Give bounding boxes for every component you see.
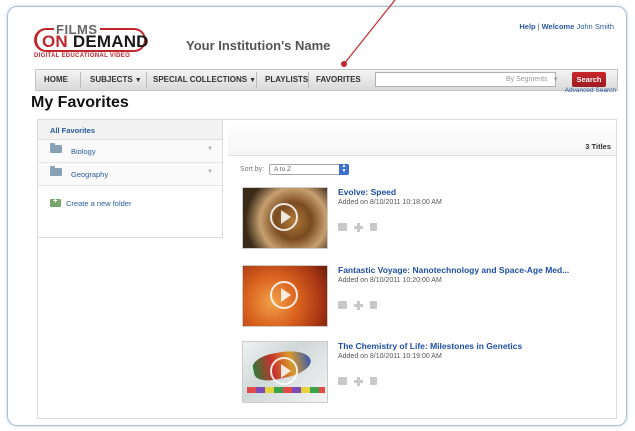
main-nav: HOME SUBJECTS ▼ SPECIAL COLLECTIONS ▼ PLAY…	[35, 69, 618, 91]
search-scope-select[interactable]: By Segments ▼	[506, 72, 559, 88]
sort-label: Sort by:	[240, 166, 265, 173]
favorites-panel: All Favorites Biology ▼ Geography ▼ Crea…	[37, 119, 617, 419]
nav-home[interactable]: HOME	[44, 70, 68, 90]
email-icon[interactable]	[338, 223, 347, 231]
add-icon[interactable]	[354, 301, 363, 310]
add-icon[interactable]	[354, 377, 363, 386]
video-thumbnail[interactable]	[242, 341, 328, 403]
select-arrows-icon: ▲ ▼	[339, 164, 349, 175]
chevron-down-icon[interactable]: ▼	[207, 146, 213, 152]
nav-special-collections-label: SPECIAL COLLECTIONS	[153, 75, 248, 84]
chevron-down-icon: ▼	[552, 77, 559, 83]
title-count: 3 Titles	[585, 142, 611, 151]
nav-playlists-label: PLAYLISTS	[265, 75, 309, 84]
advanced-search-link[interactable]: Advanced Search	[565, 87, 616, 94]
folder-icon	[50, 143, 62, 153]
app-frame: FILMS ON DEMAND DIGITAL EDUCATIONAL VIDE…	[7, 6, 627, 426]
favorites-sidebar: All Favorites Biology ▼ Geography ▼ Crea…	[38, 120, 223, 238]
nav-special-collections[interactable]: SPECIAL COLLECTIONS ▼	[153, 70, 256, 90]
added-date: Added on 8/10/2011 10:18:00 AM	[338, 199, 442, 206]
nav-favorites-label: FAVORITES	[316, 75, 361, 84]
nav-home-label: HOME	[44, 75, 68, 84]
logo-on-text: ON	[42, 32, 68, 51]
nav-divider	[146, 72, 147, 88]
list-item: Evolve: Speed Added on 8/10/2011 10:18:0…	[242, 187, 612, 251]
search-scope-label: By Segments	[506, 76, 548, 83]
logo-demand-text: DEMAND	[72, 32, 149, 51]
chevron-down-icon[interactable]: ▼	[207, 169, 213, 175]
item-actions	[338, 372, 384, 390]
email-icon[interactable]	[338, 377, 347, 385]
dna-bar-illustration	[247, 387, 325, 393]
added-date: Added on 8/10/2011 10:19:00 AM	[338, 353, 442, 360]
added-date: Added on 8/10/2011 10:20:00 AM	[338, 277, 442, 284]
item-actions	[338, 296, 384, 314]
video-title-link[interactable]: The Chemistry of Life: Milestones in Gen…	[338, 341, 522, 351]
nav-playlists[interactable]: PLAYLISTS	[265, 70, 308, 90]
trash-icon[interactable]	[370, 377, 377, 385]
user-link[interactable]: John Smith	[576, 22, 614, 31]
video-thumbnail[interactable]	[242, 187, 328, 249]
all-favorites-label: All Favorites	[50, 126, 96, 135]
caret-down-icon: ▼	[134, 77, 142, 84]
nav-subjects-label: SUBJECTS	[90, 75, 133, 84]
sidebar-item-geography[interactable]: Geography ▼	[38, 163, 222, 186]
folder-label: Geography	[71, 170, 109, 179]
play-icon[interactable]	[270, 281, 298, 309]
nav-divider	[308, 72, 309, 88]
folder-icon	[50, 166, 62, 176]
create-folder-link[interactable]: Create a new folder	[50, 196, 132, 208]
results-header: 3 Titles	[228, 120, 616, 156]
new-folder-icon	[50, 196, 61, 207]
sidebar-item-biology[interactable]: Biology ▼	[38, 140, 222, 163]
logo-ondemand-text: ON DEMAND	[42, 33, 149, 51]
add-icon[interactable]	[354, 223, 363, 232]
video-thumbnail[interactable]	[242, 265, 328, 327]
play-icon[interactable]	[270, 203, 298, 231]
caret-down-icon: ▼	[249, 77, 257, 84]
nav-subjects[interactable]: SUBJECTS ▼	[90, 70, 142, 90]
trash-icon[interactable]	[370, 301, 377, 309]
films-on-demand-logo[interactable]: FILMS ON DEMAND DIGITAL EDUCATIONAL VIDE…	[32, 23, 152, 61]
list-item: Fantastic Voyage: Nanotechnology and Spa…	[242, 265, 612, 329]
institution-name: Your Institution's Name	[186, 38, 331, 53]
nav-divider	[256, 72, 257, 88]
video-title-link[interactable]: Fantastic Voyage: Nanotechnology and Spa…	[338, 265, 569, 275]
play-icon[interactable]	[270, 357, 298, 385]
sort-select[interactable]: A to Z ▲ ▼	[269, 164, 349, 175]
list-item: The Chemistry of Life: Milestones in Gen…	[242, 341, 612, 405]
nav-divider	[80, 72, 81, 88]
logo-tagline: DIGITAL EDUCATIONAL VIDEO	[34, 53, 131, 59]
video-title-link[interactable]: Evolve: Speed	[338, 187, 396, 197]
email-icon[interactable]	[338, 301, 347, 309]
sort-value: A to Z	[274, 166, 291, 173]
search-button[interactable]: Search	[572, 72, 606, 87]
item-actions	[338, 218, 384, 236]
trash-icon[interactable]	[370, 223, 377, 231]
help-link[interactable]: Help	[519, 22, 535, 31]
welcome-label: Welcome	[541, 22, 575, 31]
sidebar-item-all-favorites[interactable]: All Favorites	[38, 120, 222, 140]
nav-favorites[interactable]: FAVORITES	[316, 70, 361, 90]
top-links: Help | Welcome John Smith	[519, 22, 614, 31]
page-title: My Favorites	[31, 94, 129, 111]
folder-label: Biology	[71, 147, 96, 156]
create-folder-label: Create a new folder	[66, 199, 132, 208]
